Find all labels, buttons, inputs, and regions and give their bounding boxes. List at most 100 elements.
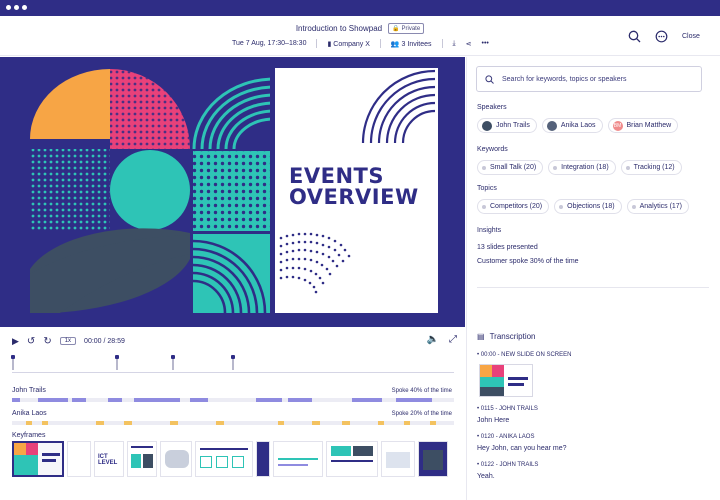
slide-title-line: EVENTS [289, 164, 384, 188]
volume-icon[interactable]: 🔈 [427, 334, 439, 345]
keyframe-thumb[interactable] [12, 441, 64, 477]
chip-bullet [482, 165, 486, 170]
keyword-chip[interactable]: Integration (18) [548, 160, 616, 175]
close-button[interactable]: Close [682, 33, 700, 40]
window-chrome [0, 0, 720, 16]
share-icon[interactable]: ⋖ [466, 40, 472, 48]
timestamp-text: 0115 - JOHN TRAILS [480, 406, 538, 412]
keyword-label: Integration (18) [561, 164, 609, 171]
chip-bullet [625, 165, 630, 170]
speech-segment [430, 421, 436, 425]
transcript-slide-thumb[interactable] [479, 364, 533, 397]
insight-item: 13 slides presented [477, 244, 538, 251]
speaker-track-anika[interactable] [12, 421, 454, 425]
forward-icon[interactable]: ↻ [43, 336, 51, 347]
speech-segment [96, 421, 104, 425]
chip-bullet [482, 204, 486, 209]
slide-marker[interactable] [115, 355, 119, 370]
timestamp-text: 00:00 - NEW SLIDE ON SCREEN [480, 352, 572, 358]
slide-title: EVENTS OVERVIEW [289, 166, 419, 208]
rewind-icon[interactable]: ↺ [27, 336, 35, 347]
insights-heading: Insights [477, 227, 502, 234]
keyframe-thumb[interactable] [256, 441, 270, 477]
speaker-chip[interactable]: BM Brian Matthew [607, 118, 679, 133]
keyframe-thumb[interactable] [127, 441, 157, 477]
topic-chip[interactable]: Competitors (20) [477, 199, 550, 214]
divider [441, 39, 443, 48]
speech-segment [38, 398, 68, 402]
avatar: BM [612, 120, 623, 131]
more-icon[interactable]: ••• [482, 40, 489, 47]
transcript-timestamp: • 0122 - JOHN TRAILS [477, 462, 539, 468]
speech-segment [108, 398, 122, 402]
window-dots [6, 5, 27, 10]
keyframe-thumb[interactable] [273, 441, 323, 477]
meeting-title: Introduction to Showpad [295, 24, 383, 33]
fullscreen-icon[interactable]: ⤢ [449, 334, 457, 345]
keyword-label: Tracking (12) [633, 164, 675, 171]
topic-chip[interactable]: Analytics (17) [626, 199, 690, 214]
keyframe-thumb[interactable] [418, 441, 448, 477]
search-placeholder: Search for keywords, topics or speakers [502, 75, 627, 83]
thumb-art [14, 443, 26, 455]
speech-segment [278, 421, 284, 425]
keyframe-thumb[interactable] [381, 441, 415, 477]
chip-bullet [631, 204, 636, 209]
speaker-track-john[interactable] [12, 398, 454, 402]
speaker-name: Anika Laos [560, 122, 596, 129]
meeting-meta: Tue 7 Aug, 17:30–18:30 ▮ Company X 👥 3 I… [232, 39, 489, 48]
play-icon[interactable]: ▶ [12, 336, 19, 347]
keyframe-thumb[interactable]: ICT LEVEL [94, 441, 124, 477]
topic-chip[interactable]: Objections (18) [554, 199, 622, 214]
window-dot-icon [22, 5, 27, 10]
keyframes-label: Keyframes [12, 432, 46, 439]
thumb-art [278, 464, 308, 466]
keyframe-thumb[interactable] [195, 441, 253, 477]
keyword-chip[interactable]: Tracking (12) [620, 160, 682, 175]
thumb-art [331, 460, 373, 462]
thumb-art [386, 452, 410, 468]
comment-icon[interactable] [655, 30, 668, 43]
keyframe-thumb[interactable] [160, 441, 192, 477]
slide-title-card: EVENTS OVERVIEW [275, 68, 438, 313]
thumb-art [143, 454, 153, 468]
playhead-handle[interactable] [11, 355, 15, 359]
speaker-chip[interactable]: John Trails [477, 118, 537, 133]
keyword-chip[interactable]: Small Talk (20) [477, 160, 544, 175]
thumb-art [423, 450, 443, 470]
privacy-badge[interactable]: 🔒 Private [388, 23, 425, 34]
thumb-art [353, 446, 373, 456]
divider [477, 287, 709, 288]
speaker-chip[interactable]: Anika Laos [541, 118, 603, 133]
invitees-item[interactable]: 👥 3 Invitees [391, 40, 432, 48]
timestamp-text: 0120 - ANIKA LAOS [480, 434, 535, 440]
keyframe-thumb[interactable] [326, 441, 378, 477]
search-icon[interactable] [628, 30, 641, 43]
search-input[interactable]: Search for keywords, topics or speakers [476, 66, 702, 92]
topics-heading: Topics [477, 185, 497, 192]
slide-artwork [30, 69, 270, 313]
slide-viewer[interactable]: EVENTS OVERVIEW [0, 57, 465, 327]
speech-segment [352, 398, 382, 402]
track-label-anika: Anika Laos [12, 410, 47, 417]
topic-chips: Competitors (20) Objections (18) Analyti… [477, 199, 690, 214]
slide-title-line: OVERVIEW [289, 185, 419, 209]
slide-marker[interactable] [231, 355, 235, 370]
thumb-art [42, 453, 60, 456]
timeline-scrubber[interactable] [11, 355, 454, 373]
speech-segment [288, 398, 312, 402]
track-label-john: John Trails [12, 387, 46, 394]
document-icon: ▤ [477, 332, 485, 341]
transcription-heading: ▤ Transcription [477, 332, 536, 341]
chip-bullet [553, 165, 558, 170]
keyframe-thumb[interactable] [67, 441, 91, 477]
thumb-art [42, 459, 56, 462]
slide-marker[interactable] [171, 355, 175, 370]
thumb-art [278, 458, 318, 460]
playhead[interactable] [11, 355, 15, 370]
download-icon[interactable]: ⤓ [453, 40, 456, 48]
window-dot-icon [6, 5, 11, 10]
company-item[interactable]: ▮ Company X [327, 40, 369, 48]
speed-button[interactable]: 1x [59, 337, 77, 345]
speech-segment [312, 421, 320, 425]
